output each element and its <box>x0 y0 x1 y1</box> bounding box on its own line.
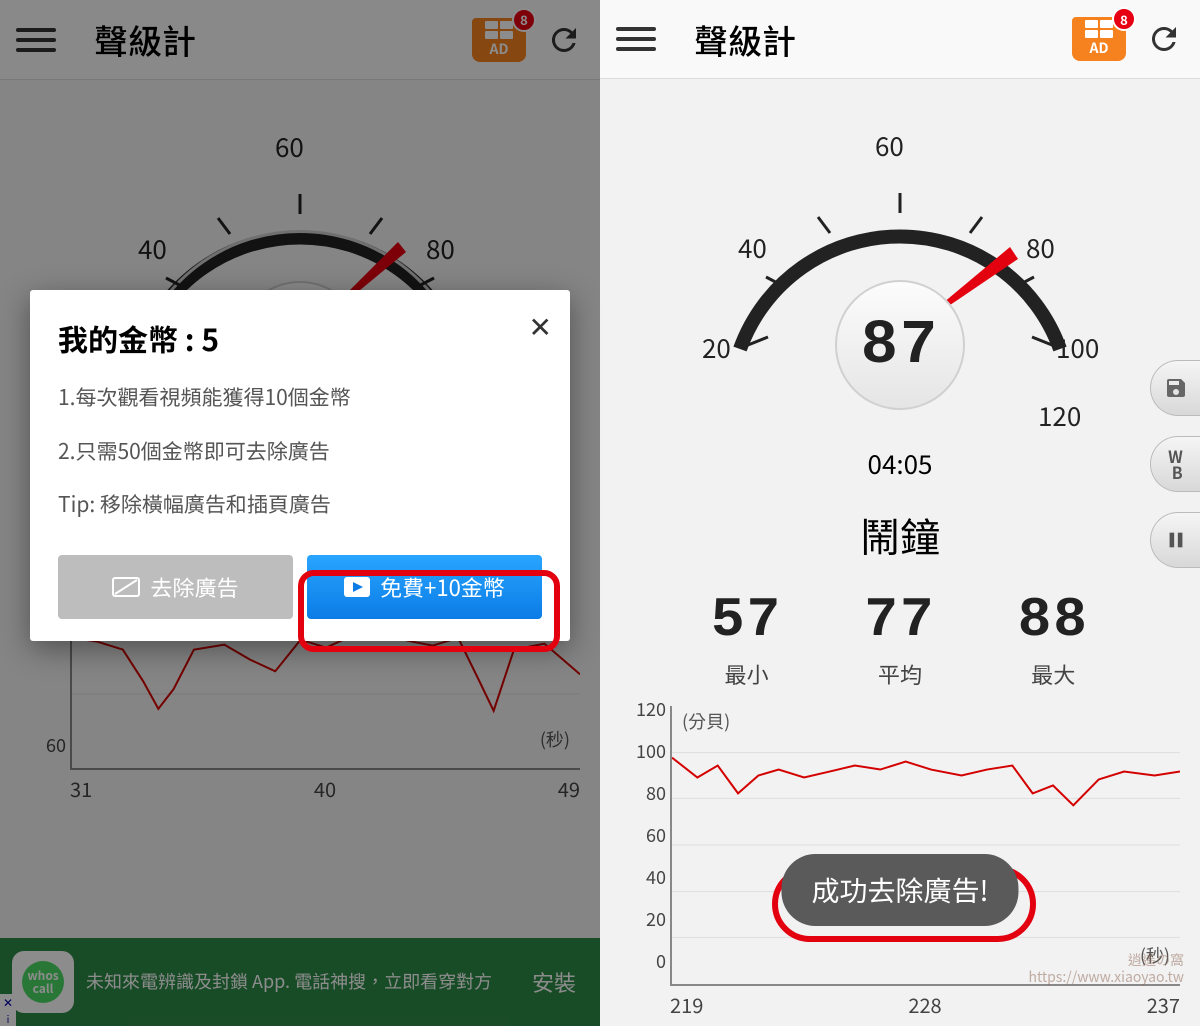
stat-max: 88 最大 <box>1018 588 1089 690</box>
ad-text: 未知來電辨識及封鎖 App. 電話神搜，立即看穿對方 <box>86 969 508 994</box>
notification-badge: 8 <box>1112 7 1136 31</box>
menu-button[interactable] <box>16 28 56 52</box>
page-title: 聲級計 <box>94 15 196 64</box>
ad-badge[interactable]: AD 8 <box>1072 17 1126 61</box>
ad-info-icon[interactable]: i <box>0 1010 16 1026</box>
ad-app-icon: whos call <box>12 951 74 1013</box>
ad-close-icon[interactable]: ✕ <box>0 994 16 1010</box>
stat-min: 57 最小 <box>711 588 782 690</box>
wb-button[interactable]: W B <box>1150 436 1200 492</box>
notification-badge: 8 <box>512 8 536 32</box>
close-button[interactable]: ✕ <box>529 306 552 346</box>
page-title: 聲級計 <box>694 15 796 64</box>
save-icon <box>1164 376 1188 400</box>
watermark: 逍遙の窩 https://www.xiaoyao.tw <box>1028 952 1184 986</box>
status-label: 鬧鐘 <box>600 506 1200 564</box>
refresh-button[interactable] <box>1144 19 1184 59</box>
menu-button[interactable] <box>616 27 656 51</box>
refresh-icon <box>1146 21 1182 57</box>
pause-button[interactable] <box>1150 512 1200 568</box>
gauge-value: 87 <box>835 280 965 410</box>
ad-banner[interactable]: ✕ i whos call 未知來電辨識及封鎖 App. 電話神搜，立即看穿對方… <box>0 938 600 1026</box>
play-icon <box>344 577 370 597</box>
coins-modal: ✕ 我的金幣 : 5 1.每次觀看視頻能獲得10個金幣 2.只需50個金幣即可去… <box>30 290 570 641</box>
ad-badge[interactable]: AD 8 <box>472 18 526 62</box>
success-toast: 成功去除廣告! <box>781 854 1018 926</box>
free-coins-button[interactable]: 免費+10金幣 <box>307 555 542 619</box>
remove-ads-button[interactable]: 去除廣告 <box>58 555 293 619</box>
save-button[interactable] <box>1150 360 1200 416</box>
ad-slash-icon <box>112 577 140 597</box>
refresh-button[interactable] <box>544 20 584 60</box>
gauge-meter: 20 40 60 80 100 120 87 <box>690 109 1110 409</box>
stat-avg: 77 平均 <box>864 588 935 690</box>
refresh-icon <box>546 22 582 58</box>
pause-icon <box>1165 529 1187 551</box>
install-button[interactable]: 安裝 <box>520 958 588 1006</box>
modal-title: 我的金幣 : 5 <box>58 316 542 360</box>
